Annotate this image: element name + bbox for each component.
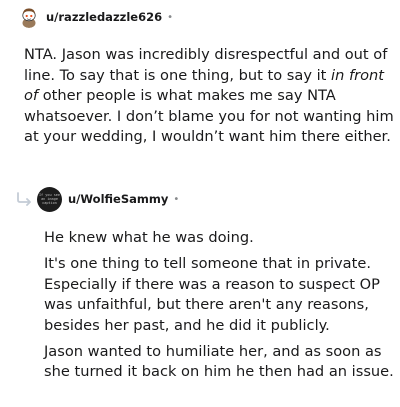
reply-header: If you see an image caption u/WolfieSamm… [16,186,179,212]
comment-text: other people is what makes me say NTA wh… [24,87,394,145]
reply-body: He knew what he was doing. It's one thin… [44,228,396,383]
comment-username[interactable]: u/WolfieSammy [68,192,168,206]
comment-paragraph: Jason wanted to humiliate her, and as so… [44,342,394,381]
meta-separator: • [167,11,173,23]
comment-body: NTA. Jason was incredibly disrespectful … [24,45,396,148]
avatar[interactable]: If you see an image caption [37,186,62,212]
comment-username[interactable]: u/razzledazzle626 [46,10,162,24]
comment-header: u/razzledazzle626 • [18,6,173,28]
comment-paragraph: He knew what he was doing. [44,229,254,246]
meta-separator: • [173,193,180,205]
reply-arrow-icon [17,192,31,206]
comment-paragraph: It's one thing to tell someone that in p… [44,255,380,334]
snoo-avatar-icon[interactable] [18,6,40,28]
comment-paragraph: NTA. Jason was incredibly disrespectful … [24,45,396,148]
avatar-text: If you see an image caption [38,193,61,205]
